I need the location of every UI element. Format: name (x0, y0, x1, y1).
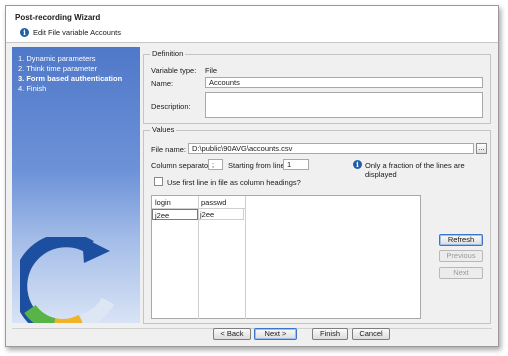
footer-divider (12, 328, 492, 329)
starting-line-input[interactable] (283, 159, 309, 170)
wizard-logo-icon (20, 237, 115, 323)
finish-button[interactable]: Finish (312, 328, 348, 340)
preview-table[interactable]: login passwd j2ee j2ee (151, 195, 421, 319)
file-name-input[interactable] (188, 143, 474, 154)
description-label: Description: (151, 102, 191, 111)
next-page-button[interactable]: Next (439, 267, 483, 279)
refresh-button[interactable]: Refresh (439, 234, 483, 246)
column-separator-label: Column separator: (151, 161, 213, 170)
table-header-row: login passwd (152, 196, 245, 209)
name-input[interactable] (205, 77, 483, 88)
steps-panel: 1. Dynamic parameters 2. Think time para… (12, 47, 140, 323)
steps-list: 1. Dynamic parameters 2. Think time para… (18, 54, 122, 94)
definition-legend: Definition (150, 49, 186, 58)
cancel-button[interactable]: Cancel (352, 328, 390, 340)
use-first-line-checkbox[interactable] (154, 177, 163, 186)
previous-button[interactable]: Previous (439, 250, 483, 262)
wizard-subtitle: i Edit File variable Accounts (20, 28, 121, 37)
info-icon: i (20, 28, 29, 37)
wizard-title: Post-recording Wizard (15, 13, 101, 22)
variable-type-label: Variable type: (151, 66, 197, 75)
values-group: Values File name: ... Column separator: … (143, 125, 491, 324)
back-button[interactable]: < Back (213, 328, 251, 340)
fraction-note: Only a fraction of the lines are display… (365, 161, 465, 179)
file-name-label: File name: (151, 145, 187, 154)
step-finish: 4. Finish (18, 84, 47, 93)
description-input[interactable] (205, 92, 483, 118)
variable-type-value: File (205, 66, 218, 75)
table-cell[interactable]: j2ee (152, 209, 198, 220)
starting-line-label: Starting from line: (228, 161, 287, 170)
step-dynamic-parameters: 1. Dynamic parameters (18, 54, 96, 63)
wizard-header: Post-recording Wizard i Edit File variab… (6, 6, 498, 43)
column-header-login[interactable]: login (152, 196, 198, 208)
step-form-based-authentication: 3. Form based authentication (18, 74, 123, 83)
column-header-passwd[interactable]: passwd (198, 196, 244, 208)
definition-group: Definition Variable type: File Name: Des… (143, 49, 491, 124)
wizard-window: Post-recording Wizard i Edit File variab… (5, 5, 499, 347)
step-think-time-parameter: 2. Think time parameter (18, 64, 98, 73)
values-legend: Values (150, 125, 177, 134)
subtitle-text: Edit File variable Accounts (33, 28, 121, 37)
name-label: Name: (151, 79, 174, 88)
table-row[interactable]: j2ee j2ee (152, 209, 245, 220)
use-first-line-label: Use first line in file as column heading… (167, 178, 301, 187)
fraction-info-icon: i (353, 160, 362, 169)
table-cell[interactable]: j2ee (198, 209, 244, 220)
browse-button[interactable]: ... (476, 143, 487, 154)
next-button[interactable]: Next > (254, 328, 297, 340)
column-separator-input[interactable] (208, 159, 223, 170)
